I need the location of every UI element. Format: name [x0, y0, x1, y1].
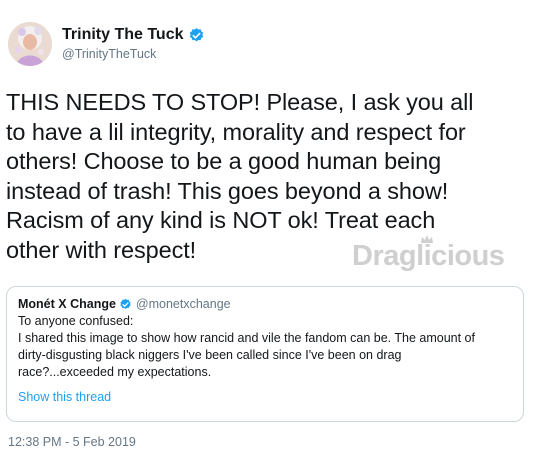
- tweet-author: Trinity The Tuck @TrinityTheTuck: [62, 25, 205, 63]
- quoted-text-line: To anyone confused:: [18, 314, 134, 328]
- quoted-display-name: Monét X Change: [18, 297, 116, 311]
- tweet-text-line: instead of trash! This goes beyond a sho…: [6, 177, 449, 204]
- tweet-text-line: THIS NEEDS TO STOP! Please, I ask you al…: [6, 89, 474, 115]
- tweet-timestamp[interactable]: 12:38 PM - 5 Feb 2019: [8, 434, 136, 450]
- quoted-tweet-header: Monét X Change @monetxchange: [18, 296, 513, 312]
- tweet-text: THIS NEEDS TO STOP! Please, I ask you al…: [6, 88, 534, 265]
- show-thread-link[interactable]: Show this thread: [18, 389, 513, 405]
- quoted-tweet-text: To anyone confused: I shared this image …: [18, 313, 513, 381]
- tweet-text-line: to have a lil integrity, morality and re…: [6, 118, 466, 145]
- display-name[interactable]: Trinity The Tuck: [62, 25, 184, 45]
- quoted-text-line: race?...exceeded my expectations.: [18, 365, 212, 379]
- tweet-text-line: Racism of any kind is NOT ok! Treat each: [6, 207, 436, 233]
- verified-badge-icon: [119, 298, 132, 311]
- tweet-text-line: others! Choose to be a good human being: [6, 148, 442, 174]
- tweet-card: Trinity The Tuck @TrinityTheTuck THIS NE…: [0, 0, 534, 462]
- quoted-text-line: dirty-disgusting black niggers I've been…: [18, 348, 402, 362]
- avatar[interactable]: [8, 22, 52, 66]
- quoted-handle: @monetxchange: [135, 297, 231, 311]
- verified-badge-icon: [188, 27, 205, 44]
- name-row: Trinity The Tuck: [62, 25, 205, 45]
- quoted-text-line: I shared this image to show how rancid a…: [18, 331, 475, 345]
- handle[interactable]: @TrinityTheTuck: [62, 45, 205, 63]
- quoted-tweet[interactable]: Monét X Change @monetxchange To anyone c…: [6, 286, 524, 422]
- watermark: Draglicious: [352, 240, 505, 272]
- avatar-image: [8, 22, 52, 66]
- tweet-header: Trinity The Tuck @TrinityTheTuck: [8, 22, 205, 66]
